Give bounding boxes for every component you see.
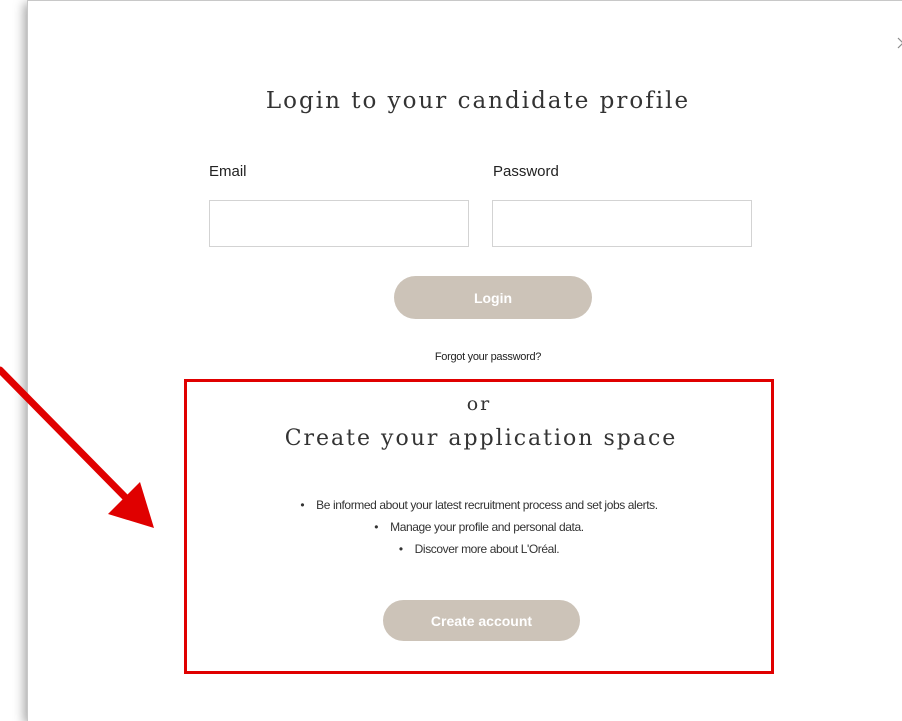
or-divider: or: [466, 393, 492, 415]
email-label: Email: [209, 163, 247, 180]
signup-title: Create your application space: [284, 426, 678, 451]
list-item: • Discover more about L'Oréal.: [184, 542, 774, 556]
list-item-text: Manage your profile and personal data.: [390, 520, 584, 534]
bullet-dot: •: [300, 498, 305, 512]
forgot-password-link[interactable]: Forgot your password?: [378, 351, 598, 363]
close-button[interactable]: [892, 32, 902, 54]
list-item: • Be informed about your latest recruitme…: [184, 498, 774, 512]
bullet-dot: •: [398, 542, 403, 556]
list-item: • Manage your profile and personal data.: [184, 520, 774, 534]
create-account-button[interactable]: Create account: [383, 600, 580, 641]
bullet-dot: •: [374, 520, 379, 534]
password-label: Password: [493, 163, 559, 180]
list-item-text: Be informed about your latest recruitmen…: [316, 498, 658, 512]
login-button[interactable]: Login: [394, 276, 592, 319]
close-icon: [897, 37, 902, 49]
list-item-text: Discover more about L'Oréal.: [414, 542, 560, 556]
email-input[interactable]: [209, 200, 469, 247]
login-modal: Login to your candidate profile Email Pa…: [27, 0, 902, 721]
password-input[interactable]: [492, 200, 752, 247]
login-title: Login to your candidate profile: [265, 88, 691, 114]
